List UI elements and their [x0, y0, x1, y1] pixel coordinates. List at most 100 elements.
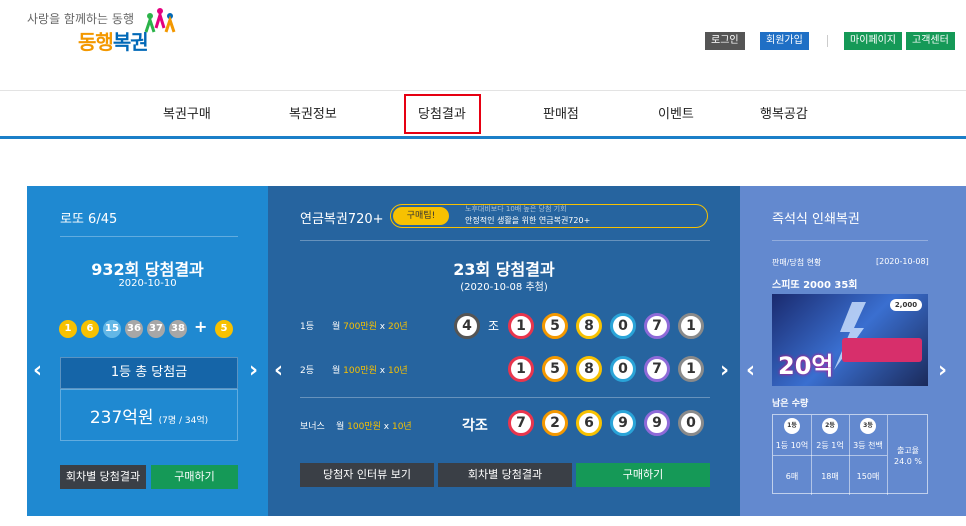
- pension-rank1-num: 1: [678, 313, 704, 339]
- pension-bonus-label: 보너스: [300, 422, 325, 432]
- pension-rank2-num: 1: [508, 356, 534, 382]
- pension-bonus-num: 9: [610, 410, 636, 436]
- pension-divider-mid: [300, 397, 710, 398]
- pension-rank1-desc: 월 700만원 x 20년: [332, 322, 408, 332]
- lotto-ball: 36: [125, 320, 143, 338]
- rank-3-badge-icon: 3등: [860, 418, 876, 434]
- nav-item-buy[interactable]: 복권구매: [163, 103, 211, 122]
- logo-text-1: 동행: [78, 30, 114, 54]
- pension-bonus-desc: 월 100만원 x 10년: [336, 422, 412, 432]
- lotto-ball: 6: [81, 320, 99, 338]
- instant-prev-arrow-icon[interactable]: ‹: [746, 358, 755, 383]
- instant-col-label: 1등 10억: [775, 441, 809, 450]
- pension-buy-button[interactable]: 구매하기: [576, 463, 710, 487]
- lotto-ball: 38: [169, 320, 187, 338]
- instant-panel: 즉석식 인쇄복권 판매/당첨 현황 [2020-10-08] 스피또 2000 …: [740, 186, 966, 516]
- instant-col-count: 6매: [785, 472, 799, 481]
- pension-rank2-desc: 월 100만원 x 10년: [332, 366, 408, 376]
- nav-item-info[interactable]: 복권정보: [289, 103, 337, 122]
- lotto-prize-amount: 237억원: [89, 408, 154, 428]
- header-separator: [827, 35, 828, 47]
- mypage-button[interactable]: 마이페이지: [844, 32, 902, 50]
- lotto-panel: 로또 6/45 932회 당첨결과 2020-10-10 1 6 15 36 3…: [27, 186, 268, 516]
- pension-rank2-num: 7: [644, 356, 670, 382]
- pension-rank1-num: 5: [542, 313, 568, 339]
- login-button[interactable]: 로그인: [705, 32, 745, 50]
- lotto-bonus-ball: 5: [215, 320, 233, 338]
- instant-ticket-scratch-area: [842, 338, 922, 362]
- instant-ticket-image[interactable]: 2,000 20억: [772, 294, 928, 386]
- lotto-divider: [60, 236, 238, 237]
- nav-top-border: [0, 90, 966, 91]
- pension-next-arrow-icon[interactable]: ›: [720, 358, 729, 383]
- instant-status-date: [2020-10-08]: [876, 257, 929, 266]
- pension-rank1-group-ball: 4: [454, 313, 480, 339]
- pension-tip-text-1: 노후대비보다 10배 높은 당첨 기회: [465, 205, 567, 213]
- lotto-round-title: 932회 당첨결과: [91, 260, 204, 279]
- lotto-buy-button[interactable]: 구매하기: [151, 465, 238, 489]
- pension-bonus-num: 7: [508, 410, 534, 436]
- pension-rank1-label: 1등: [300, 322, 315, 332]
- instant-ticket-price: 2,000: [890, 299, 922, 311]
- nav-item-happiness[interactable]: 행복공감: [760, 103, 808, 122]
- lotto-prize-detail: (7명 / 34억): [158, 416, 209, 426]
- logo[interactable]: 동행복권: [78, 26, 149, 55]
- pension-rank1-num: 7: [644, 313, 670, 339]
- lotto-prize-amount-box: 237억원 (7명 / 34억): [60, 389, 238, 441]
- rank-1-badge-icon: 1등: [784, 418, 800, 434]
- pension-bonus-num: 0: [678, 410, 704, 436]
- pension-rank1-jo: 조: [488, 319, 500, 333]
- instant-col-count: 150매: [856, 472, 880, 481]
- signup-button[interactable]: 회원가입: [760, 32, 809, 50]
- customer-center-button[interactable]: 고객센터: [906, 32, 955, 50]
- pension-rank2-num: 8: [576, 356, 602, 382]
- logo-people-icon: [144, 8, 176, 33]
- instant-col-label: 3등 천백: [853, 441, 883, 450]
- pension-divider-top: [300, 240, 710, 241]
- instant-title: 즉석식 인쇄복권: [772, 212, 860, 227]
- pension-prev-arrow-icon[interactable]: ‹: [274, 358, 283, 383]
- lotto-prize-label: 1등 총 당첨금: [110, 365, 188, 380]
- pension-tip-badge: 구매팁!: [393, 207, 449, 225]
- nav-highlight-box: [404, 94, 481, 134]
- instant-release-rate-label: 출고율: [896, 446, 920, 455]
- instant-remain-table: 1등 1등 10억 6매 2등 2등 1억 18매 3등 3등 천백 150매 …: [772, 414, 928, 495]
- lotto-draw-date: 2020-10-10: [118, 278, 177, 289]
- pension-round-results-button[interactable]: 회차별 당첨결과: [438, 463, 572, 487]
- nav-item-events[interactable]: 이벤트: [658, 103, 694, 122]
- pension-bonus-num: 6: [576, 410, 602, 436]
- instant-release-rate-value: 24.0 %: [894, 457, 922, 466]
- instant-next-arrow-icon[interactable]: ›: [938, 358, 947, 383]
- pension-bonus-num: 2: [542, 410, 568, 436]
- lotto-prev-arrow-icon[interactable]: ‹: [33, 358, 42, 383]
- lotto-title: 로또 6/45: [60, 212, 118, 227]
- pension-rank2-num: 5: [542, 356, 568, 382]
- pension-interview-button[interactable]: 당첨자 인터뷰 보기: [300, 463, 434, 487]
- pension-bonus-group: 각조: [462, 418, 488, 434]
- lotto-round-results-button[interactable]: 회차별 당첨결과: [60, 465, 146, 489]
- instant-remain-label: 남은 수량: [772, 399, 809, 409]
- pension-rank2-num: 1: [678, 356, 704, 382]
- lotto-prize-label-box: 1등 총 당첨금: [60, 357, 238, 389]
- pension-tip-text-2: 안정적인 생활을 위한 연금복권720+: [465, 216, 591, 225]
- pension-rank2-num: 0: [610, 356, 636, 382]
- pension-rank1-num: 1: [508, 313, 534, 339]
- logo-tagline: 사랑을 함께하는 동행: [27, 12, 134, 26]
- instant-status-label: 판매/당첨 현황: [772, 258, 822, 267]
- lotto-ball: 37: [147, 320, 165, 338]
- lotto-ball: 15: [103, 320, 121, 338]
- pension-tip-bar[interactable]: 구매팁! 노후대비보다 10배 높은 당첨 기회 안정적인 생활을 위한 연금복…: [390, 204, 708, 228]
- pension-panel: 연금복권720+ 구매팁! 노후대비보다 10배 높은 당첨 기회 안정적인 생…: [268, 186, 740, 516]
- pension-title: 연금복권720+: [300, 212, 384, 227]
- pension-rank2-label: 2등: [300, 366, 315, 376]
- nav-bottom-border: [0, 136, 966, 139]
- nav-item-stores[interactable]: 판매점: [543, 103, 579, 122]
- instant-col-label: 2등 1억: [816, 441, 844, 450]
- pension-rank1-num: 0: [610, 313, 636, 339]
- instant-col-count: 18매: [821, 472, 839, 481]
- pension-bonus-num: 9: [644, 410, 670, 436]
- lotto-ball: 1: [59, 320, 77, 338]
- pension-rank1-num: 8: [576, 313, 602, 339]
- lotto-next-arrow-icon[interactable]: ›: [249, 358, 258, 383]
- pension-draw-date: (2020-10-08 추첨): [460, 282, 548, 293]
